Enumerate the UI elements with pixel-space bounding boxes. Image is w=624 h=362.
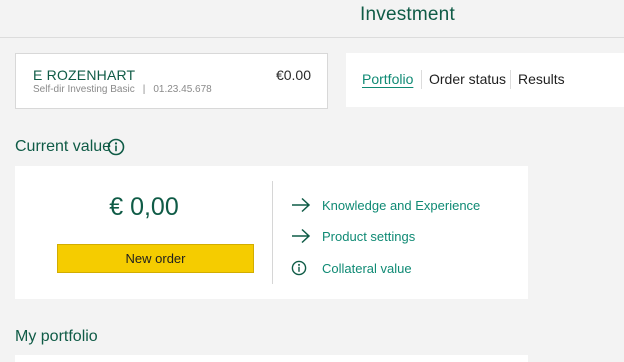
my-portfolio-heading: My portfolio — [15, 328, 98, 345]
header-divider — [0, 37, 624, 38]
current-value-heading: Current value — [15, 138, 112, 155]
account-balance: €0.00 — [275, 67, 311, 83]
tab-divider — [510, 70, 511, 89]
account-subtitle: Self-dir Investing Basic | 01.23.45.678 — [33, 84, 212, 95]
tab-divider — [421, 70, 422, 89]
new-order-button[interactable]: New order — [57, 244, 254, 273]
portfolio-card — [15, 355, 528, 362]
tab-order-status[interactable]: Order status — [423, 71, 512, 87]
account-separator: | — [142, 84, 146, 95]
account-product: Self-dir Investing Basic — [33, 84, 135, 95]
arrow-right-icon — [291, 197, 311, 213]
current-value-card: € 0,00 New order Knowledge and Experienc… — [15, 166, 528, 299]
account-number: 01.23.45.678 — [153, 84, 212, 95]
tabs-card: Portfolio Order status Results — [346, 53, 624, 107]
info-icon — [291, 260, 311, 276]
page-title: Investment — [360, 4, 455, 25]
card-divider — [272, 181, 273, 284]
link-label: Collateral value — [322, 260, 412, 276]
arrow-right-icon — [291, 228, 311, 244]
link-knowledge-experience[interactable]: Knowledge and Experience — [291, 197, 480, 213]
link-label: Knowledge and Experience — [322, 197, 481, 213]
account-name: E ROZENHART — [33, 67, 136, 83]
link-product-settings[interactable]: Product settings — [291, 228, 415, 244]
info-icon[interactable] — [107, 138, 125, 161]
tab-portfolio[interactable]: Portfolio — [356, 71, 419, 87]
current-value-amount: € 0,00 — [109, 193, 179, 221]
link-collateral-value[interactable]: Collateral value — [291, 260, 412, 276]
account-card[interactable]: E ROZENHART €0.00 Self-dir Investing Bas… — [15, 53, 328, 109]
link-label: Product settings — [322, 228, 416, 244]
tab-results[interactable]: Results — [512, 71, 571, 87]
